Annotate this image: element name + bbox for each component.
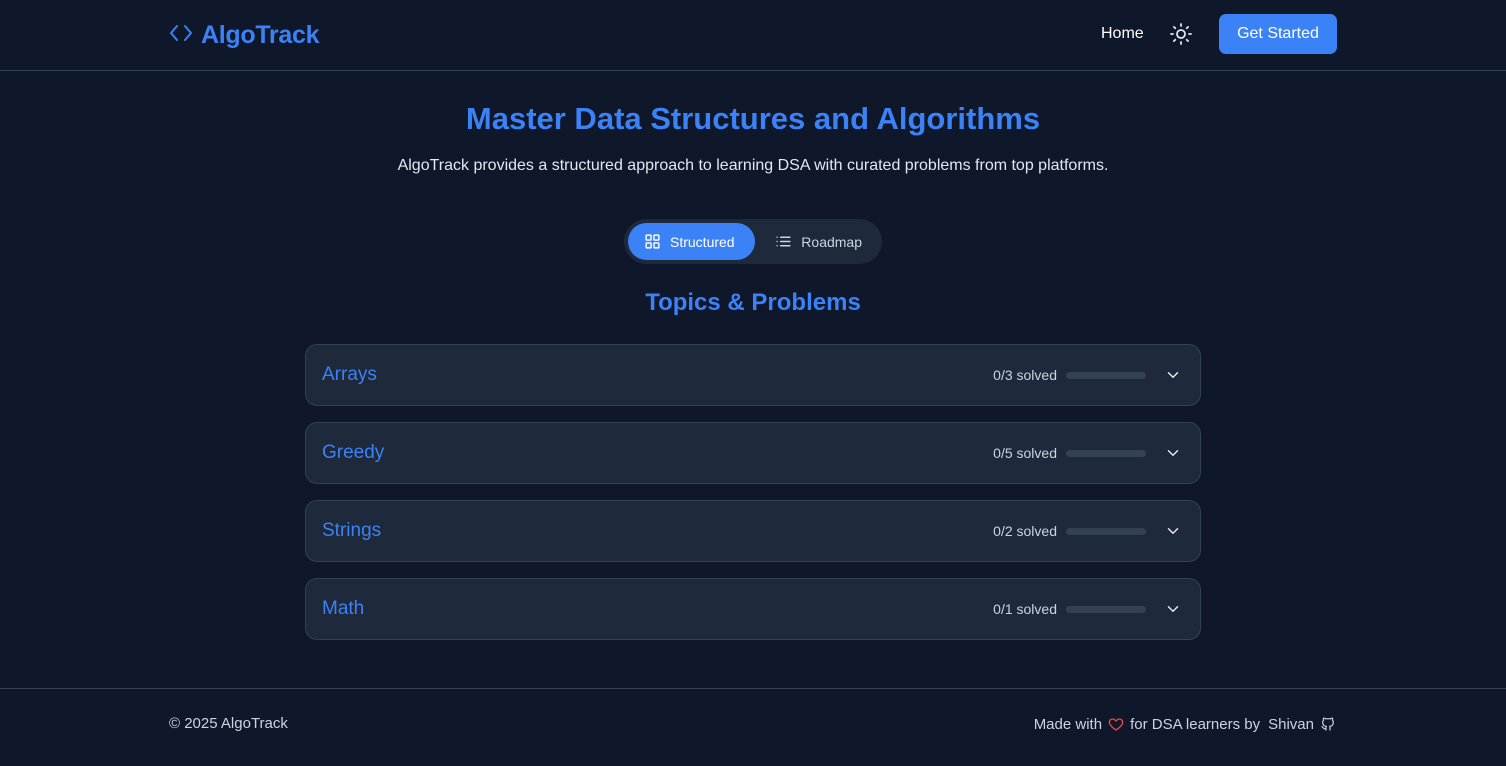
topic-progress: 0/1 solved	[993, 579, 1182, 639]
list-icon	[776, 236, 791, 247]
grid-icon	[645, 234, 660, 249]
logo[interactable]: AlgoTrack	[169, 19, 319, 51]
topic-card-greedy[interactable]: Greedy 0/5 solved	[305, 422, 1201, 484]
page-title: Master Data Structures and Algorithms	[465, 101, 1041, 136]
topic-card-math[interactable]: Math 0/1 solved	[305, 578, 1201, 640]
chevron-down-icon[interactable]	[1164, 522, 1182, 540]
progress-bar	[1066, 527, 1146, 535]
topic-progress: 0/3 solved	[993, 345, 1182, 405]
topic-card-strings[interactable]: Strings 0/2 solved	[305, 500, 1201, 562]
get-started-button[interactable]: Get Started	[1219, 14, 1337, 54]
progress-bar	[1066, 449, 1146, 457]
sun-icon	[1170, 23, 1192, 45]
solved-count: 0/3 solved	[993, 367, 1057, 383]
footer-credits: Made with for DSA learners by Shivan	[1034, 713, 1336, 735]
code-brackets-icon	[169, 21, 193, 50]
chevron-down-icon[interactable]	[1164, 600, 1182, 618]
chevron-down-icon[interactable]	[1164, 366, 1182, 384]
solved-count: 0/5 solved	[993, 445, 1057, 461]
header: AlgoTrack Home Get Started	[0, 0, 1506, 71]
roadmap-view-button[interactable]: Roadmap	[759, 223, 878, 260]
copyright-text: © 2025 AlgoTrack	[169, 715, 288, 732]
view-toggle: Structured Roadmap	[624, 219, 882, 264]
author-link[interactable]: Shivan	[1268, 716, 1314, 733]
structured-view-label: Structured	[670, 233, 735, 250]
topic-name: Greedy	[322, 442, 385, 463]
heart-icon	[1108, 718, 1124, 731]
theme-toggle-button[interactable]	[1169, 22, 1193, 46]
solved-count: 0/2 solved	[993, 523, 1057, 539]
topic-progress: 0/2 solved	[993, 501, 1182, 561]
page-subtitle: AlgoTrack provides a structured approach…	[397, 157, 1109, 174]
progress-bar	[1066, 371, 1146, 379]
section-title: Topics & Problems	[645, 289, 861, 316]
roadmap-view-label: Roadmap	[801, 233, 862, 250]
chevron-down-icon[interactable]	[1164, 444, 1182, 462]
logo-text: AlgoTrack	[201, 20, 320, 49]
solved-count: 0/1 solved	[993, 601, 1057, 617]
topic-name: Arrays	[322, 364, 377, 385]
structured-view-button[interactable]: Structured	[628, 223, 756, 260]
for-learners-text: for DSA learners by	[1130, 715, 1261, 733]
made-with-text: Made with	[1033, 715, 1103, 733]
topic-name: Math	[322, 598, 365, 619]
nav-home-link[interactable]: Home	[1101, 24, 1144, 44]
topic-card-arrays[interactable]: Arrays 0/3 solved	[305, 344, 1201, 406]
topic-progress: 0/5 solved	[993, 423, 1182, 483]
topic-name: Strings	[322, 520, 382, 541]
progress-bar	[1066, 605, 1146, 613]
github-icon[interactable]	[1320, 716, 1336, 732]
footer: © 2025 AlgoTrack Made with for DSA learn…	[0, 688, 1506, 766]
page: AlgoTrack Home Get Started Master Data S…	[0, 0, 1506, 766]
